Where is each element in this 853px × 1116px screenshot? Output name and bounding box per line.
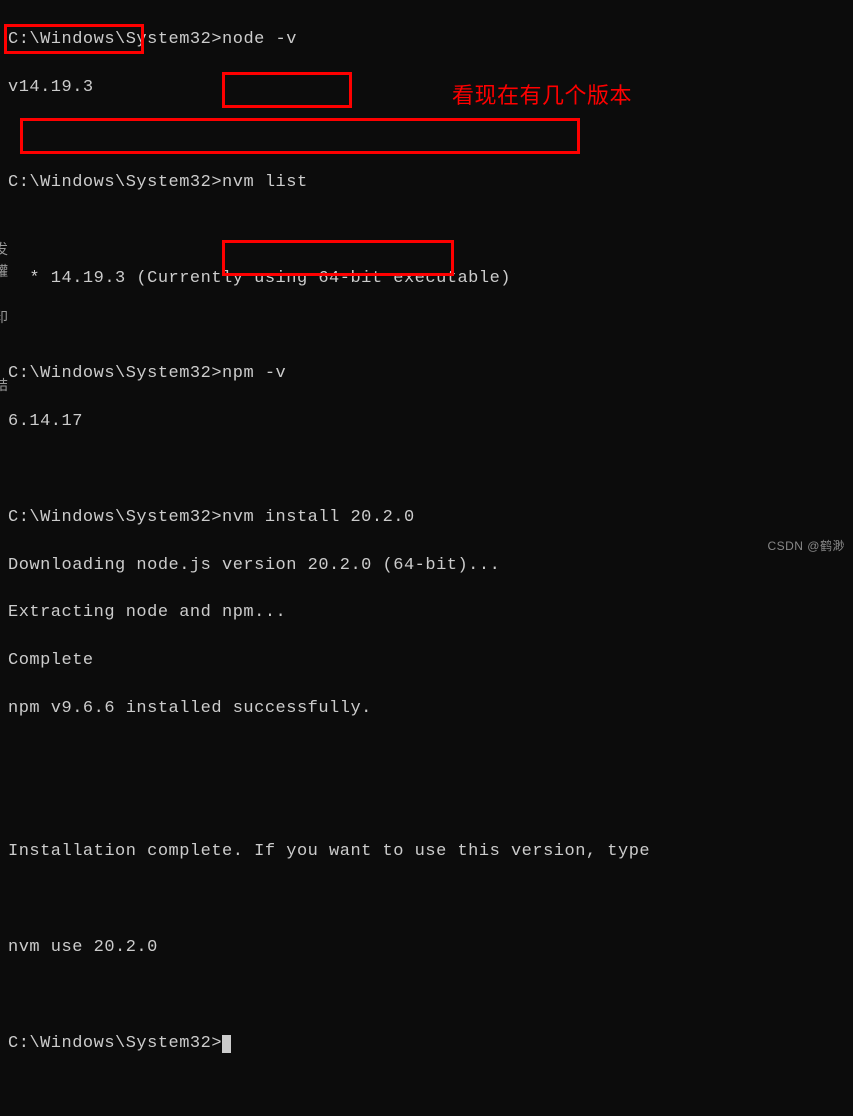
command: nvm install 20.2.0	[222, 508, 415, 527]
edge-char: 结	[0, 378, 9, 392]
edge-char: 印	[0, 310, 9, 324]
output-text: Downloading node.js version 20.2.0 (64-b…	[8, 556, 500, 575]
output-text: v14.19.3	[8, 78, 94, 97]
output-text: npm v9.6.6 installed successfully.	[8, 699, 372, 718]
terminal-line: nvm use 20.2.0	[8, 936, 845, 960]
terminal-line: C:\Windows\System32>nvm install 20.2.0	[8, 506, 845, 530]
terminal-line: * 14.19.3 (Currently using 64-bit execut…	[8, 267, 845, 291]
output-text: 6.14.17	[8, 412, 83, 431]
terminal-line: C:\Windows\System32>	[8, 1032, 845, 1056]
output-text: Extracting node and npm...	[8, 603, 286, 622]
terminal-line: Downloading node.js version 20.2.0 (64-b…	[8, 554, 845, 578]
command: nvm list	[222, 173, 308, 192]
output-text: nvm use 20.2.0	[8, 938, 158, 957]
terminal-line	[8, 888, 845, 912]
prompt: C:\Windows\System32>	[8, 364, 222, 383]
output-text: Installation complete. If you want to us…	[8, 842, 650, 861]
prompt: C:\Windows\System32>	[8, 508, 222, 527]
edge-char: 罐	[0, 264, 9, 278]
terminal-line	[8, 315, 845, 339]
output-text: * 14.19.3 (Currently using 64-bit execut…	[8, 269, 511, 288]
prompt: C:\Windows\System32>	[8, 30, 222, 49]
terminal-line	[8, 458, 845, 482]
cursor	[222, 1035, 231, 1053]
terminal-output[interactable]: C:\Windows\System32>node -v v14.19.3 C:\…	[0, 0, 853, 1083]
prompt: C:\Windows\System32>	[8, 173, 222, 192]
terminal-line	[8, 793, 845, 817]
terminal-line: 6.14.17	[8, 410, 845, 434]
watermark: CSDN @鹤渺	[767, 537, 845, 554]
terminal-line: Extracting node and npm...	[8, 601, 845, 625]
output-text: Complete	[8, 651, 94, 670]
terminal-line: npm v9.6.6 installed successfully.	[8, 697, 845, 721]
command: npm -v	[222, 364, 286, 383]
edge-char: 发	[0, 242, 9, 256]
terminal-line	[8, 123, 845, 147]
terminal-line: Installation complete. If you want to us…	[8, 840, 845, 864]
prompt: C:\Windows\System32>	[8, 1034, 222, 1053]
terminal-line	[8, 984, 845, 1008]
terminal-line: v14.19.3	[8, 76, 845, 100]
command: node -v	[222, 30, 297, 49]
terminal-line: C:\Windows\System32>npm -v	[8, 362, 845, 386]
terminal-line: C:\Windows\System32>node -v	[8, 28, 845, 52]
terminal-line	[8, 745, 845, 769]
terminal-line	[8, 219, 845, 243]
terminal-line: C:\Windows\System32>nvm list	[8, 171, 845, 195]
terminal-line: Complete	[8, 649, 845, 673]
